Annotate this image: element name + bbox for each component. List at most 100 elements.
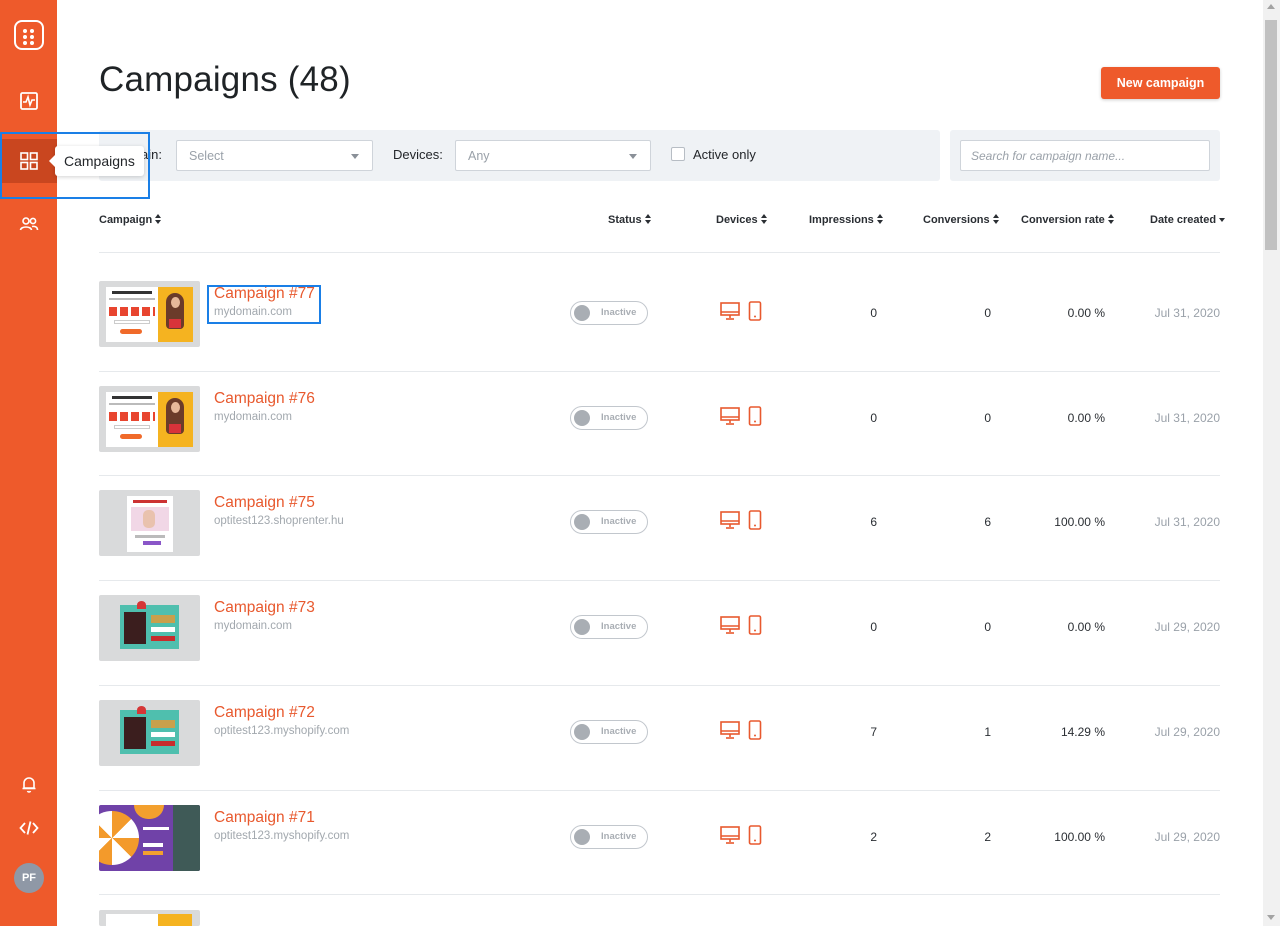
campaign-thumbnail[interactable] bbox=[99, 281, 200, 347]
status-label: Inactive bbox=[601, 831, 637, 842]
sort-icon bbox=[876, 214, 884, 224]
conversion-rate-value: 14.29 % bbox=[1060, 725, 1105, 739]
impressions-value: 0 bbox=[870, 620, 877, 634]
row-divider bbox=[99, 475, 1220, 476]
sort-icon bbox=[760, 214, 768, 224]
sort-icon bbox=[644, 214, 652, 224]
conversion-rate-value: 0.00 % bbox=[1067, 620, 1105, 634]
conversion-rate-value: 100.00 % bbox=[1054, 830, 1105, 844]
campaign-name-link[interactable]: Campaign #71 bbox=[214, 809, 315, 827]
column-header-conversions[interactable]: Conversions bbox=[923, 214, 1000, 226]
campaign-thumbnail[interactable] bbox=[99, 700, 200, 766]
column-header-label: Conversions bbox=[923, 214, 990, 226]
filters-bar: ain: Select Devices: Any Active only bbox=[99, 130, 940, 181]
sidebar-item-dashboard[interactable] bbox=[0, 79, 57, 123]
campaign-name-link[interactable]: Campaign #77 bbox=[214, 285, 315, 303]
conversion-rate-value: 0.00 % bbox=[1067, 411, 1105, 425]
column-header-date-created[interactable]: Date created bbox=[1150, 214, 1226, 226]
desktop-icon bbox=[720, 301, 740, 326]
mobile-icon bbox=[748, 510, 762, 535]
sidebar-item-subscribers[interactable] bbox=[0, 202, 57, 246]
date-created-value: Jul 29, 2020 bbox=[1154, 725, 1220, 739]
conversion-rate-value: 100.00 % bbox=[1054, 515, 1105, 529]
active-only-label[interactable]: Active only bbox=[693, 147, 756, 162]
mobile-icon bbox=[748, 301, 762, 326]
status-label: Inactive bbox=[601, 307, 637, 318]
sidebar-item-code[interactable] bbox=[0, 806, 57, 850]
column-header-status[interactable]: Status bbox=[608, 214, 652, 226]
app-logo-icon[interactable] bbox=[14, 20, 44, 50]
desktop-icon bbox=[720, 720, 740, 745]
row-divider bbox=[99, 685, 1220, 686]
page-scrollbar[interactable] bbox=[1263, 0, 1280, 926]
sidebar: PF bbox=[0, 0, 57, 926]
activity-chart-icon bbox=[19, 92, 38, 110]
conversions-value: 0 bbox=[984, 620, 991, 634]
column-header-impressions[interactable]: Impressions bbox=[809, 214, 884, 226]
date-created-value: Jul 31, 2020 bbox=[1154, 411, 1220, 425]
status-toggle[interactable]: Inactive bbox=[570, 301, 648, 325]
user-avatar[interactable]: PF bbox=[14, 863, 44, 893]
desktop-icon bbox=[720, 406, 740, 431]
campaign-domain: optitest123.shoprenter.hu bbox=[214, 515, 344, 527]
conversions-value: 2 bbox=[984, 830, 991, 844]
grid-icon bbox=[19, 152, 38, 170]
date-created-value: Jul 29, 2020 bbox=[1154, 830, 1220, 844]
column-header-label: Status bbox=[608, 214, 642, 226]
toggle-knob bbox=[574, 305, 590, 321]
campaign-name-link[interactable]: Campaign #76 bbox=[214, 390, 315, 408]
campaign-thumbnail[interactable] bbox=[99, 490, 200, 556]
campaign-domain: optitest123.myshopify.com bbox=[214, 830, 350, 842]
campaign-thumbnail-partial[interactable] bbox=[99, 910, 200, 926]
devices-select[interactable]: Any bbox=[455, 140, 651, 171]
impressions-value: 6 bbox=[870, 515, 877, 529]
chevron-down-icon bbox=[351, 154, 359, 159]
domain-select[interactable]: Select bbox=[176, 140, 373, 171]
campaign-domain: optitest123.myshopify.com bbox=[214, 725, 350, 737]
status-label: Inactive bbox=[601, 621, 637, 632]
devices-label: Devices: bbox=[393, 147, 443, 162]
sidebar-item-notifications[interactable] bbox=[0, 762, 57, 806]
conversions-value: 1 bbox=[984, 725, 991, 739]
column-header-label: Conversion rate bbox=[1021, 214, 1105, 226]
scrollbar-thumb[interactable] bbox=[1265, 20, 1277, 250]
status-toggle[interactable]: Inactive bbox=[570, 720, 648, 744]
campaigns-tooltip: Campaigns bbox=[49, 146, 144, 176]
column-header-devices[interactable]: Devices bbox=[716, 214, 768, 226]
active-only-checkbox[interactable] bbox=[671, 147, 685, 161]
campaign-name-link[interactable]: Campaign #72 bbox=[214, 704, 315, 722]
impressions-value: 0 bbox=[870, 411, 877, 425]
campaign-name-link[interactable]: Campaign #73 bbox=[214, 599, 315, 617]
mobile-icon bbox=[748, 720, 762, 745]
status-toggle[interactable]: Inactive bbox=[570, 406, 648, 430]
campaign-thumbnail[interactable] bbox=[99, 805, 200, 871]
users-icon bbox=[19, 217, 38, 231]
campaign-thumbnail[interactable] bbox=[99, 386, 200, 452]
status-label: Inactive bbox=[601, 412, 637, 423]
column-header-conversion-rate[interactable]: Conversion rate bbox=[1021, 214, 1115, 226]
status-toggle[interactable]: Inactive bbox=[570, 510, 648, 534]
domain-select-value: Select bbox=[189, 149, 224, 163]
status-toggle[interactable]: Inactive bbox=[570, 825, 648, 849]
scroll-down-icon[interactable] bbox=[1267, 915, 1275, 920]
campaign-name-link[interactable]: Campaign #75 bbox=[214, 494, 315, 512]
toggle-knob bbox=[574, 829, 590, 845]
desktop-icon bbox=[720, 825, 740, 850]
search-input[interactable] bbox=[960, 140, 1210, 171]
scroll-up-icon[interactable] bbox=[1267, 4, 1275, 9]
column-header-campaign[interactable]: Campaign bbox=[99, 214, 162, 226]
devices-select-value: Any bbox=[468, 149, 490, 163]
impressions-value: 2 bbox=[870, 830, 877, 844]
conversions-value: 6 bbox=[984, 515, 991, 529]
status-toggle[interactable]: Inactive bbox=[570, 615, 648, 639]
campaign-thumbnail[interactable] bbox=[99, 595, 200, 661]
date-created-value: Jul 29, 2020 bbox=[1154, 620, 1220, 634]
row-divider bbox=[99, 371, 1220, 372]
toggle-knob bbox=[574, 410, 590, 426]
status-label: Inactive bbox=[601, 516, 637, 527]
row-divider bbox=[99, 580, 1220, 581]
page-title: Campaigns (48) bbox=[99, 60, 351, 99]
domain-label: ain: bbox=[141, 147, 162, 162]
new-campaign-button[interactable]: New campaign bbox=[1101, 67, 1220, 99]
mobile-icon bbox=[748, 825, 762, 850]
